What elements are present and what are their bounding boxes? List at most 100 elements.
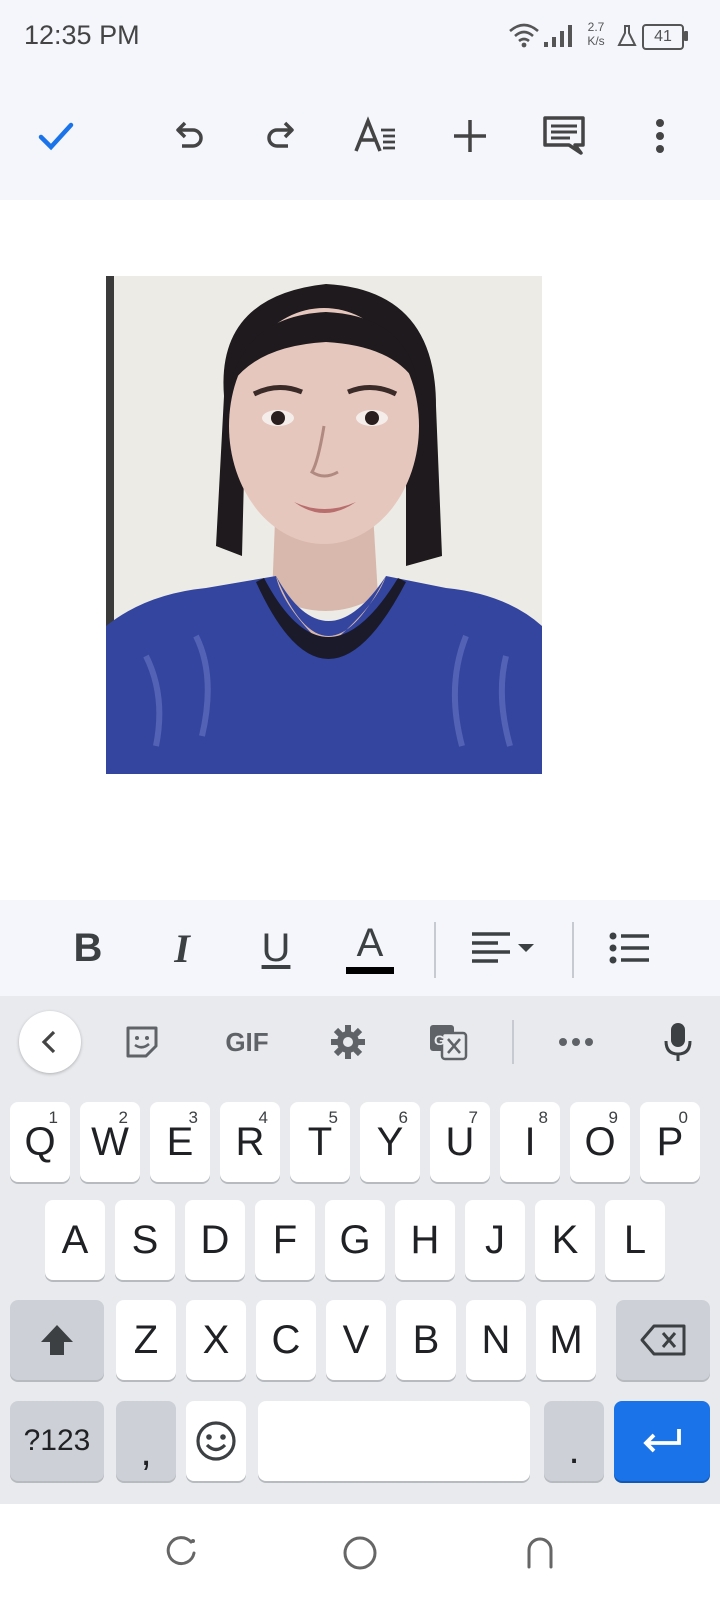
insert-plus-icon — [454, 120, 486, 152]
more-vert-icon — [656, 119, 664, 153]
recents-button[interactable] — [152, 1525, 208, 1581]
key-l[interactable]: L — [605, 1200, 665, 1280]
translate-icon: G — [430, 1025, 468, 1061]
key-hint: 3 — [188, 1108, 198, 1127]
gif-label: GIF — [225, 1026, 269, 1057]
backspace-icon — [640, 1324, 686, 1356]
signal-icon — [542, 24, 574, 53]
battery-level: 41 — [654, 28, 672, 45]
more-options-button[interactable] — [628, 104, 692, 168]
svg-text:G: G — [434, 1032, 445, 1048]
key-h[interactable]: H — [395, 1200, 455, 1280]
key-f[interactable]: F — [255, 1200, 315, 1280]
check-icon — [38, 122, 74, 151]
comma-key[interactable]: , — [116, 1401, 176, 1481]
key-r[interactable]: R4 — [220, 1102, 280, 1182]
bold-label: B — [73, 925, 103, 970]
key-q[interactable]: Q1 — [10, 1102, 70, 1182]
key-u[interactable]: U7 — [430, 1102, 490, 1182]
comment-button[interactable] — [532, 104, 596, 168]
italic-button[interactable]: I — [150, 916, 214, 980]
period-key-label: . — [568, 1427, 580, 1472]
battery-tip — [684, 31, 688, 41]
home-button[interactable] — [332, 1525, 388, 1581]
comment-icon — [543, 116, 585, 155]
shift-icon — [41, 1325, 73, 1355]
chevron-left-icon — [41, 1030, 56, 1054]
format-divider — [572, 922, 574, 978]
key-hint: 4 — [258, 1108, 268, 1127]
text-color-button[interactable]: A — [338, 916, 402, 980]
align-button[interactable] — [466, 916, 546, 980]
underline-button[interactable]: U — [244, 916, 308, 980]
key-m[interactable]: M — [536, 1300, 596, 1380]
keyboard-settings-button[interactable] — [318, 1012, 378, 1072]
period-key[interactable]: . — [544, 1401, 604, 1481]
key-a[interactable]: A — [45, 1200, 105, 1280]
key-y[interactable]: Y6 — [360, 1102, 420, 1182]
bold-button[interactable]: B — [56, 916, 120, 980]
italic-label: I — [174, 925, 190, 971]
text-color-swatch — [346, 966, 394, 974]
key-s[interactable]: S — [115, 1200, 175, 1280]
undo-button[interactable] — [156, 104, 220, 168]
space-key[interactable] — [258, 1401, 530, 1481]
key-e[interactable]: E3 — [150, 1102, 210, 1182]
align-left-icon — [472, 932, 534, 963]
emoji-icon — [196, 1421, 236, 1461]
network-speed-value: 2.7 — [587, 20, 605, 34]
backspace-key[interactable] — [616, 1300, 710, 1380]
key-hint: 7 — [468, 1108, 478, 1127]
status-time: 12:35 PM — [24, 20, 140, 50]
key-z[interactable]: Z — [116, 1300, 176, 1380]
comma-key-label: , — [140, 1429, 152, 1474]
key-hint: 8 — [538, 1108, 548, 1127]
symbols-key[interactable]: ?123 — [10, 1401, 104, 1481]
text-format-icon — [354, 116, 395, 152]
list-button[interactable] — [598, 916, 662, 980]
insert-button[interactable] — [438, 104, 502, 168]
key-t[interactable]: T5 — [290, 1102, 350, 1182]
back-icon — [527, 1537, 553, 1569]
sticker-button[interactable] — [112, 1012, 172, 1072]
text-format-button[interactable] — [344, 104, 408, 168]
battery-indicator: 41 — [642, 24, 684, 50]
key-x[interactable]: X — [186, 1300, 246, 1380]
wifi-icon — [508, 22, 540, 53]
microphone-icon — [664, 1023, 692, 1061]
gif-button[interactable]: GIF — [212, 1012, 282, 1072]
keyboard-toolbar-divider — [512, 1020, 514, 1064]
keyboard-more-button[interactable] — [546, 1012, 606, 1072]
text-color-label: A — [356, 920, 384, 965]
key-i[interactable]: I8 — [500, 1102, 560, 1182]
portrait-photo[interactable] — [106, 276, 542, 774]
bulleted-list-icon — [609, 932, 649, 964]
home-icon — [343, 1536, 377, 1570]
key-n[interactable]: N — [466, 1300, 526, 1380]
flask-icon — [616, 24, 638, 53]
more-horiz-icon — [559, 1038, 593, 1046]
key-b[interactable]: B — [396, 1300, 456, 1380]
key-p[interactable]: P0 — [640, 1102, 700, 1182]
shift-key[interactable] — [10, 1300, 104, 1380]
key-w[interactable]: W2 — [80, 1102, 140, 1182]
key-v[interactable]: V — [326, 1300, 386, 1380]
key-o[interactable]: O9 — [570, 1102, 630, 1182]
back-button[interactable] — [512, 1525, 568, 1581]
key-c[interactable]: C — [256, 1300, 316, 1380]
redo-button[interactable] — [250, 104, 314, 168]
key-hint: 2 — [118, 1108, 128, 1127]
enter-icon — [643, 1429, 681, 1453]
key-j[interactable]: J — [465, 1200, 525, 1280]
emoji-key[interactable] — [186, 1401, 246, 1481]
translate-button[interactable]: G — [418, 1012, 478, 1072]
enter-key[interactable] — [614, 1401, 710, 1481]
voice-input-button[interactable] — [648, 1012, 708, 1072]
gear-icon — [331, 1025, 365, 1059]
key-g[interactable]: G — [325, 1200, 385, 1280]
key-d[interactable]: D — [185, 1200, 245, 1280]
keyboard-collapse-button[interactable] — [19, 1011, 81, 1073]
done-button[interactable] — [24, 104, 88, 168]
format-divider — [434, 922, 436, 978]
key-k[interactable]: K — [535, 1200, 595, 1280]
